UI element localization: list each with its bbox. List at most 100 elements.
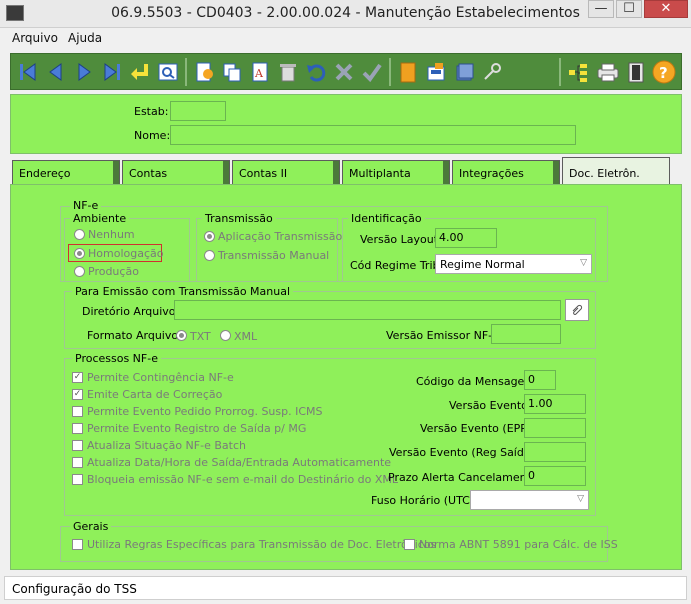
ambiente-homologacao-radio[interactable] <box>74 248 85 259</box>
attach-icon[interactable] <box>565 299 589 321</box>
ambiente-title: Ambiente <box>70 212 130 225</box>
check-regras-especificas[interactable] <box>72 539 83 550</box>
check-bloqueia-email[interactable] <box>72 474 83 485</box>
help-icon[interactable]: ? <box>651 58 677 85</box>
tab-contas-ii[interactable]: Contas II <box>232 160 340 184</box>
cancel-icon[interactable] <box>331 58 357 85</box>
codigo-mensagem-label: Código da Mensagem: <box>416 375 539 388</box>
confirm-icon[interactable] <box>359 58 385 85</box>
check-prorrog-icms-label: Permite Evento Pedido Prorrog. Susp. ICM… <box>87 405 323 418</box>
first-icon[interactable] <box>15 58 41 85</box>
transmissao-title: Transmissão <box>202 212 276 225</box>
versao-evento-epp-input[interactable] <box>524 418 586 438</box>
transmissao-aplicacao-label: Aplicação Transmissão <box>218 230 343 243</box>
versao-layout-input[interactable]: 4.00 <box>435 228 497 248</box>
tab-endereco[interactable]: Endereço <box>12 160 120 184</box>
menu-bar <box>0 28 691 48</box>
prazo-alerta-input[interactable]: 0 <box>524 466 586 486</box>
goto-icon[interactable] <box>127 58 153 85</box>
cod-regime-value: Regime Normal <box>440 258 525 271</box>
cod-regime-select[interactable]: Regime Normal ▽ <box>435 254 592 274</box>
fuso-horario-select[interactable]: ▽ <box>470 490 589 510</box>
maximize-button[interactable]: ☐ <box>616 0 642 18</box>
transmissao-manual-label: Transmissão Manual <box>218 249 330 262</box>
manual-title: Para Emissão com Transmissão Manual <box>72 285 294 298</box>
tab-label: Contas II <box>239 167 288 180</box>
check-contingencia[interactable]: ✓ <box>72 372 83 383</box>
identificacao-title: Identificação <box>348 212 425 225</box>
exit-icon[interactable] <box>623 58 649 85</box>
undo-icon[interactable] <box>303 58 329 85</box>
last-icon[interactable] <box>99 58 125 85</box>
formato-txt-radio[interactable] <box>176 330 187 341</box>
svg-text:A: A <box>254 67 264 80</box>
ambiente-nenhum-label: Nenhum <box>88 228 135 241</box>
versao-evento-input[interactable]: 1.00 <box>524 394 586 414</box>
check-registro-saida-label: Permite Evento Registro de Saída p/ MG <box>87 422 307 435</box>
versao-evento-epp-label: Versão Evento (EPP): <box>420 422 535 435</box>
menu-arquivo[interactable]: Arquivo <box>12 31 58 45</box>
diretorio-input[interactable] <box>174 300 561 320</box>
formato-xml-label: XML <box>234 330 258 343</box>
tab-label: Multiplanta <box>349 167 411 180</box>
nome-label: Nome: <box>134 129 171 142</box>
minimize-button[interactable]: — <box>588 0 614 18</box>
versao-evento-reg-label: Versão Evento (Reg Saída): <box>389 446 539 459</box>
key-icon[interactable] <box>479 58 505 85</box>
list-icon[interactable] <box>451 58 477 85</box>
tree-icon[interactable] <box>565 58 591 85</box>
estab-input[interactable] <box>170 101 226 121</box>
versao-emissor-label: Versão Emissor NF-e: <box>386 329 503 342</box>
check-norma-abnt[interactable] <box>404 539 415 550</box>
tab-label: Integrações <box>459 167 524 180</box>
tab-multiplanta[interactable]: Multiplanta <box>342 160 450 184</box>
tab-label: Doc. Eletrôn. <box>569 167 640 180</box>
tab-integracoes[interactable]: Integrações <box>452 160 560 184</box>
check-carta-correcao[interactable]: ✓ <box>72 389 83 400</box>
cod-regime-label: Cód Regime Trib: <box>350 259 444 272</box>
versao-evento-reg-input[interactable] <box>524 442 586 462</box>
menu-ajuda[interactable]: Ajuda <box>68 31 102 45</box>
codigo-mensagem-input[interactable]: 0 <box>524 370 556 390</box>
book-icon[interactable] <box>395 58 421 85</box>
tab-label: Endereço <box>19 167 71 180</box>
add-icon[interactable] <box>191 58 217 85</box>
check-situacao-batch[interactable] <box>72 440 83 451</box>
edit-icon[interactable]: A <box>247 58 273 85</box>
tab-doc-eletron[interactable]: Doc. Eletrôn. <box>562 157 670 185</box>
check-data-hora[interactable] <box>72 457 83 468</box>
next-icon[interactable] <box>71 58 97 85</box>
search-icon[interactable] <box>155 58 181 85</box>
copy-icon[interactable] <box>219 58 245 85</box>
nfe-group-title: NF-e <box>70 199 102 212</box>
versao-emissor-input[interactable] <box>491 324 561 344</box>
diretorio-label: Diretório Arquivos: <box>82 305 185 318</box>
check-prorrog-icms[interactable] <box>72 406 83 417</box>
versao-layout-label: Versão Layout: <box>360 233 442 246</box>
tab-contas[interactable]: Contas <box>122 160 230 184</box>
ambiente-producao-radio[interactable] <box>74 266 85 277</box>
ambiente-nenhum-radio[interactable] <box>74 229 85 240</box>
delete-icon[interactable] <box>275 58 301 85</box>
header-panel <box>10 94 682 154</box>
check-bloqueia-email-label: Bloqueia emissão NF-e sem e-mail do Dest… <box>87 473 399 486</box>
check-situacao-batch-label: Atualiza Situação NF-e Batch <box>87 439 246 452</box>
transmissao-aplicacao-radio[interactable] <box>204 231 215 242</box>
ambiente-producao-label: Produção <box>88 265 139 278</box>
check-registro-saida[interactable] <box>72 423 83 434</box>
formato-xml-radio[interactable] <box>220 330 231 341</box>
print-icon[interactable] <box>595 58 621 85</box>
check-contingencia-label: Permite Contingência NF-e <box>87 371 234 384</box>
check-carta-correcao-label: Emite Carta de Correção <box>87 388 223 401</box>
versao-evento-label: Versão Evento: <box>449 399 532 412</box>
chevron-down-icon: ▽ <box>577 494 584 504</box>
check-data-hora-label: Atualiza Data/Hora de Saída/Entrada Auto… <box>87 456 392 469</box>
prev-icon[interactable] <box>43 58 69 85</box>
nome-input[interactable] <box>170 125 576 145</box>
report-icon[interactable] <box>423 58 449 85</box>
transmissao-manual-radio[interactable] <box>204 250 215 261</box>
check-regras-especificas-label: Utiliza Regras Específicas para Transmis… <box>87 538 437 551</box>
status-bar: Configuração do TSS <box>4 576 687 600</box>
fuso-horario-label: Fuso Horário (UTC): <box>371 494 478 507</box>
close-button[interactable]: ✕ <box>644 0 688 18</box>
